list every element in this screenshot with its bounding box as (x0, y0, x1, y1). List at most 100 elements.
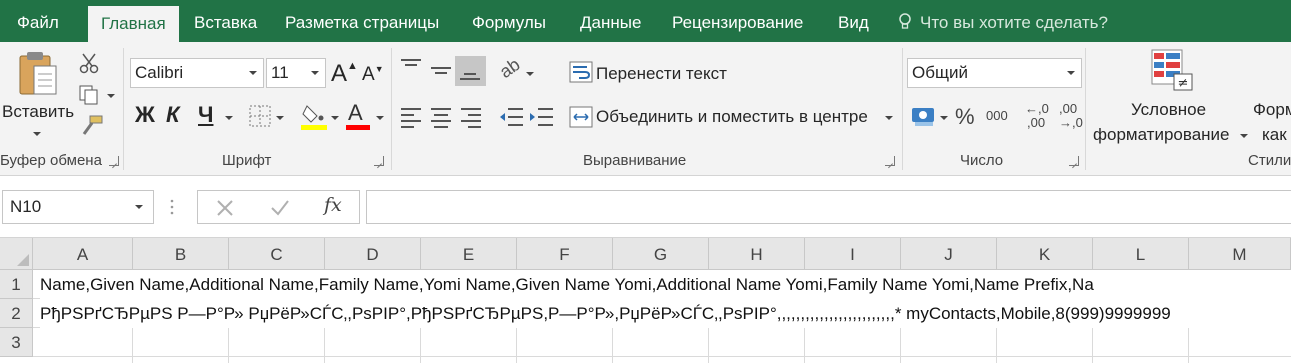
group-separator (1085, 48, 1086, 170)
tell-me-search[interactable]: Что вы хотите сделать? (898, 0, 1108, 42)
tab-insert[interactable]: Вставка (194, 0, 257, 42)
tab-data[interactable]: Данные (580, 0, 641, 42)
format-painter-icon[interactable] (78, 114, 104, 138)
decrease-decimal-top: ,00 (1059, 101, 1078, 116)
chevron-down-icon (135, 205, 143, 209)
bold-button[interactable]: Ж (135, 102, 155, 128)
copy-icon[interactable] (78, 84, 100, 106)
font-color-swatch (346, 125, 370, 130)
fill-color-dropdown-icon[interactable] (331, 116, 339, 120)
borders-icon[interactable] (248, 104, 272, 128)
styles-group-label: Стили (1248, 152, 1291, 169)
name-box-value: N10 (10, 197, 42, 216)
clipboard-paste-icon (19, 52, 57, 95)
name-box[interactable]: N10 (2, 190, 154, 224)
conditional-formatting-dropdown-icon[interactable] (1240, 134, 1248, 138)
orientation-icon[interactable]: ab (496, 54, 524, 83)
column-header-e[interactable]: E (421, 238, 517, 270)
accounting-dropdown-icon[interactable] (940, 116, 948, 120)
decrease-indent-icon[interactable] (498, 106, 524, 128)
merge-center-label: Объединить и поместить в центре (596, 107, 868, 126)
gridline (33, 356, 1291, 357)
conditional-formatting-line1: Условное (1131, 100, 1207, 119)
tab-file[interactable]: Файл (17, 0, 59, 42)
font-size-value: 11 (271, 63, 289, 82)
tab-formulas[interactable]: Формулы (472, 0, 546, 42)
formula-bar-grip-icon[interactable] (170, 198, 174, 216)
column-header-f[interactable]: F (517, 238, 613, 270)
column-header-j[interactable]: J (901, 238, 997, 270)
chevron-down-icon (311, 71, 319, 75)
tab-page-layout[interactable]: Разметка страницы (285, 0, 439, 42)
column-header-g[interactable]: G (613, 238, 709, 270)
paste-label: Вставить (2, 102, 75, 121)
percent-style-button[interactable]: % (955, 104, 975, 130)
tab-view[interactable]: Вид (838, 0, 869, 42)
column-header-l[interactable]: L (1093, 238, 1189, 270)
increase-decimal-bottom: ,00 (1027, 115, 1046, 130)
select-all-button[interactable] (0, 238, 33, 270)
tab-review[interactable]: Рецензирование (672, 0, 803, 42)
cell-a1[interactable]: Name,Given Name,Additional Name,Family N… (40, 270, 1291, 299)
shrink-font-icon[interactable]: A▼ (362, 64, 384, 86)
column-header-i[interactable]: I (805, 238, 901, 270)
align-center-icon[interactable] (430, 106, 452, 128)
font-size-combo[interactable]: 11 (266, 58, 326, 88)
row-header-1[interactable]: 1 (0, 270, 33, 299)
wrap-text-icon (569, 61, 593, 83)
conditional-formatting-icon: ≠ (1151, 49, 1193, 91)
number-group-label: Число (960, 152, 1004, 169)
cut-icon[interactable] (78, 52, 100, 74)
font-launcher-icon[interactable] (374, 156, 384, 166)
enter-check-icon[interactable] (270, 199, 290, 217)
underline-button[interactable]: Ч (198, 102, 213, 128)
column-header-h[interactable]: H (709, 238, 805, 270)
font-color-icon[interactable]: A (348, 100, 363, 126)
accounting-format-icon[interactable] (911, 104, 937, 128)
number-launcher-icon[interactable] (1069, 156, 1079, 166)
column-header-a[interactable]: A (33, 238, 133, 270)
tab-home[interactable]: Главная (88, 6, 179, 42)
formula-input[interactable] (366, 190, 1291, 224)
increase-decimal-top: ←,0 (1025, 101, 1049, 116)
fill-color-icon[interactable] (301, 102, 327, 130)
align-middle-icon[interactable] (430, 62, 452, 80)
merge-center-icon (569, 106, 593, 128)
number-format-combo[interactable]: Общий (907, 58, 1082, 88)
orientation-dropdown-icon[interactable] (526, 72, 534, 76)
copy-dropdown-icon[interactable] (107, 94, 115, 98)
font-name-value: Calibri (135, 63, 184, 82)
align-right-icon[interactable] (460, 106, 482, 128)
row-header-3[interactable]: 3 (0, 328, 33, 357)
column-header-d[interactable]: D (325, 238, 421, 270)
column-header-k[interactable]: K (997, 238, 1093, 270)
align-bottom-button[interactable] (455, 56, 486, 86)
column-header-c[interactable]: C (229, 238, 325, 270)
alignment-group-label: Выравнивание (583, 152, 687, 169)
grow-font-icon[interactable]: A▲ (331, 60, 358, 88)
align-left-icon[interactable] (400, 106, 422, 128)
increase-indent-icon[interactable] (528, 106, 554, 128)
format-as-table-line1: Форм (1253, 100, 1291, 119)
merge-dropdown-icon[interactable] (885, 116, 893, 120)
lightbulb-icon (899, 13, 911, 29)
column-header-m[interactable]: M (1189, 238, 1291, 270)
alignment-launcher-icon[interactable] (885, 156, 895, 166)
italic-button[interactable]: К (166, 102, 180, 128)
row-header-2[interactable]: 2 (0, 299, 33, 328)
cell-a3[interactable] (40, 328, 130, 357)
cell-a2[interactable]: РђРЅРґСЂРµРЅ Р—Р°Р» РџРёР»СЃС‚,РѕРІР°,Рђ… (40, 299, 1291, 328)
tell-me-text: Что вы хотите сделать? (920, 13, 1108, 32)
font-name-combo[interactable]: Calibri (130, 58, 264, 88)
column-header-b[interactable]: B (133, 238, 229, 270)
borders-dropdown-icon[interactable] (276, 116, 284, 120)
clipboard-launcher-icon[interactable] (109, 156, 119, 166)
underline-dropdown-icon[interactable] (225, 116, 233, 120)
paste-dropdown-icon[interactable] (33, 132, 41, 136)
font-color-dropdown-icon[interactable] (376, 116, 384, 120)
cancel-icon[interactable] (216, 199, 234, 217)
align-top-icon[interactable] (400, 58, 422, 76)
chevron-down-icon (249, 71, 257, 75)
thousands-separator-button[interactable]: 000 (986, 108, 1008, 123)
insert-function-button[interactable]: fx (324, 194, 342, 216)
